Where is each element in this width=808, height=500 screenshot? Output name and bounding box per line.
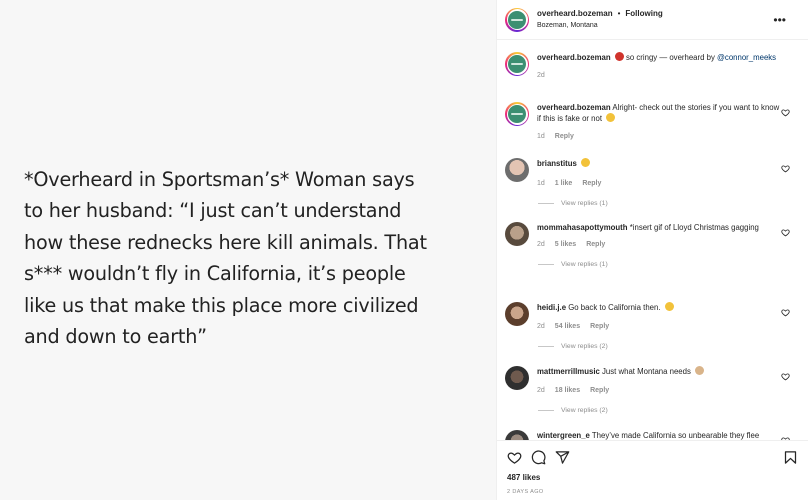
- comment-body: mattmerrillmusic Just what Montana needs…: [537, 366, 796, 430]
- comment-username[interactable]: mattmerrillmusic: [537, 367, 600, 376]
- action-icons: [507, 445, 798, 469]
- comment-meta: 1d 1 like Reply: [537, 178, 782, 189]
- comment-avatar[interactable]: [505, 302, 529, 326]
- bookmark-icon[interactable]: [783, 450, 798, 465]
- comment-username[interactable]: heidi.j.e: [537, 303, 566, 312]
- comment-body: mommahasapottymouth *insert gif of Lloyd…: [537, 222, 796, 302]
- comment-avatar[interactable]: [505, 158, 529, 182]
- comment-text: They’ve made California so unbearable th…: [589, 431, 760, 440]
- angry-emoji-icon: [614, 52, 624, 61]
- heart-icon[interactable]: [781, 164, 790, 173]
- comment-text: *insert gif of Lloyd Christmas gagging: [627, 223, 759, 232]
- share-icon[interactable]: [555, 450, 570, 465]
- caption-username[interactable]: overheard.bozeman: [537, 53, 611, 62]
- comment-meta: 1d Reply: [537, 131, 782, 142]
- reply-button[interactable]: Reply: [555, 133, 574, 140]
- post-actions: 487 likes 2 DAYS AGO: [497, 440, 808, 500]
- comment-avatar[interactable]: [505, 222, 529, 246]
- post-side-panel: overheard.bozeman • Following Bozeman, M…: [496, 0, 808, 500]
- view-replies-button[interactable]: View replies (2): [531, 341, 782, 352]
- likes-count[interactable]: 487 likes: [507, 473, 798, 482]
- comment-username[interactable]: wintergreen_e: [537, 431, 590, 440]
- view-replies-label: View replies (2): [561, 343, 608, 350]
- facepalm-emoji-icon: [695, 366, 705, 375]
- reply-button[interactable]: Reply: [590, 387, 609, 394]
- comment-body: wintergreen_e They’ve made California so…: [537, 430, 796, 440]
- comment-age: 1d: [537, 133, 545, 140]
- reply-button[interactable]: Reply: [586, 241, 605, 248]
- heart-icon[interactable]: [781, 228, 790, 237]
- comment-text: Just what Montana needs: [599, 367, 691, 376]
- comment-username[interactable]: brianstitus: [537, 159, 577, 168]
- comment-username[interactable]: overheard.bozeman: [537, 103, 611, 112]
- comment-username[interactable]: mommahasapottymouth: [537, 223, 628, 232]
- comment-likes[interactable]: 18 likes: [555, 387, 580, 394]
- caption-meta: 2d: [537, 70, 782, 81]
- view-replies-button[interactable]: View replies (1): [531, 259, 782, 270]
- comment-item: mommahasapottymouth *insert gif of Lloyd…: [505, 222, 796, 302]
- laughing-emoji-icon: [606, 113, 616, 122]
- caption-body: overheard.bozeman so cringy — overheard …: [537, 52, 796, 100]
- comment-body: heidi.j.e Go back to California then. 2d…: [537, 302, 796, 366]
- view-replies-label: View replies (1): [561, 261, 608, 268]
- caption-text: so cringy — overheard by: [623, 53, 718, 62]
- comment-avatar[interactable]: [505, 366, 529, 390]
- view-replies-button[interactable]: View replies (1): [531, 198, 782, 209]
- reply-button[interactable]: Reply: [590, 323, 609, 330]
- comment-likes[interactable]: 5 likes: [555, 241, 576, 248]
- reply-button[interactable]: Reply: [582, 180, 601, 187]
- comment-text: Go back to California then.: [566, 303, 661, 312]
- comment-item: brianstitus 1d 1 like Reply View replies (…: [505, 158, 796, 222]
- heart-icon[interactable]: [781, 108, 790, 117]
- post-image-text: *Overheard in Sportsman’s* Woman says to…: [24, 167, 427, 349]
- following-button[interactable]: Following: [625, 8, 662, 20]
- heart-icon[interactable]: [781, 372, 790, 381]
- header-meta: overheard.bozeman • Following Bozeman, M…: [537, 8, 663, 32]
- comment-age: 2d: [537, 387, 545, 394]
- caption-age: 2d: [537, 72, 545, 79]
- comment-item: overheard.bozeman Alright- check out the…: [505, 102, 796, 160]
- comment-meta: 2d 54 likes Reply: [537, 321, 782, 332]
- post-timestamp: 2 DAYS AGO: [507, 489, 544, 495]
- comment-likes[interactable]: 54 likes: [555, 323, 580, 330]
- view-replies-label: View replies (2): [561, 407, 608, 414]
- comment-icon[interactable]: [531, 449, 546, 465]
- comment-item: wintergreen_e They’ve made California so…: [505, 430, 796, 440]
- comment-avatar[interactable]: [505, 102, 529, 126]
- post-caption: overheard.bozeman so cringy — overheard …: [505, 52, 796, 100]
- header-separator: •: [617, 8, 621, 18]
- header-username[interactable]: overheard.bozeman: [537, 8, 613, 20]
- caption-avatar[interactable]: [505, 52, 529, 76]
- view-replies-button[interactable]: View replies (2): [531, 405, 782, 416]
- comment-age: 1d: [537, 180, 545, 187]
- more-icon[interactable]: •••: [773, 13, 786, 27]
- account-avatar[interactable]: [505, 7, 529, 32]
- comment-body: overheard.bozeman Alright- check out the…: [537, 102, 796, 160]
- comment-item: heidi.j.e Go back to California then. 2d…: [505, 302, 796, 366]
- view-replies-label: View replies (1): [561, 200, 608, 207]
- comment-likes[interactable]: 1 like: [555, 180, 573, 187]
- unamused-emoji-icon: [664, 302, 674, 311]
- comment-meta: 2d 18 likes Reply: [537, 385, 782, 396]
- comment-age: 2d: [537, 323, 545, 330]
- post-image: *Overheard in Sportsman’s* Woman says to…: [0, 0, 496, 500]
- comments-list[interactable]: overheard.bozeman so cringy — overheard …: [497, 40, 808, 440]
- comment-body: brianstitus 1d 1 like Reply View replies (…: [537, 158, 796, 222]
- header-location[interactable]: Bozeman, Montana: [537, 20, 663, 32]
- comment-item: mattmerrillmusic Just what Montana needs…: [505, 366, 796, 430]
- comment-meta: 2d 5 likes Reply: [537, 239, 782, 250]
- comment-age: 2d: [537, 241, 545, 248]
- heart-icon[interactable]: [781, 308, 790, 317]
- comment-avatar[interactable]: [505, 430, 529, 440]
- heart-icon[interactable]: [507, 450, 522, 465]
- grimacing-emoji-icon: [581, 158, 591, 167]
- post-header: overheard.bozeman • Following Bozeman, M…: [497, 0, 808, 40]
- caption-mention[interactable]: @connor_meeks: [717, 53, 776, 62]
